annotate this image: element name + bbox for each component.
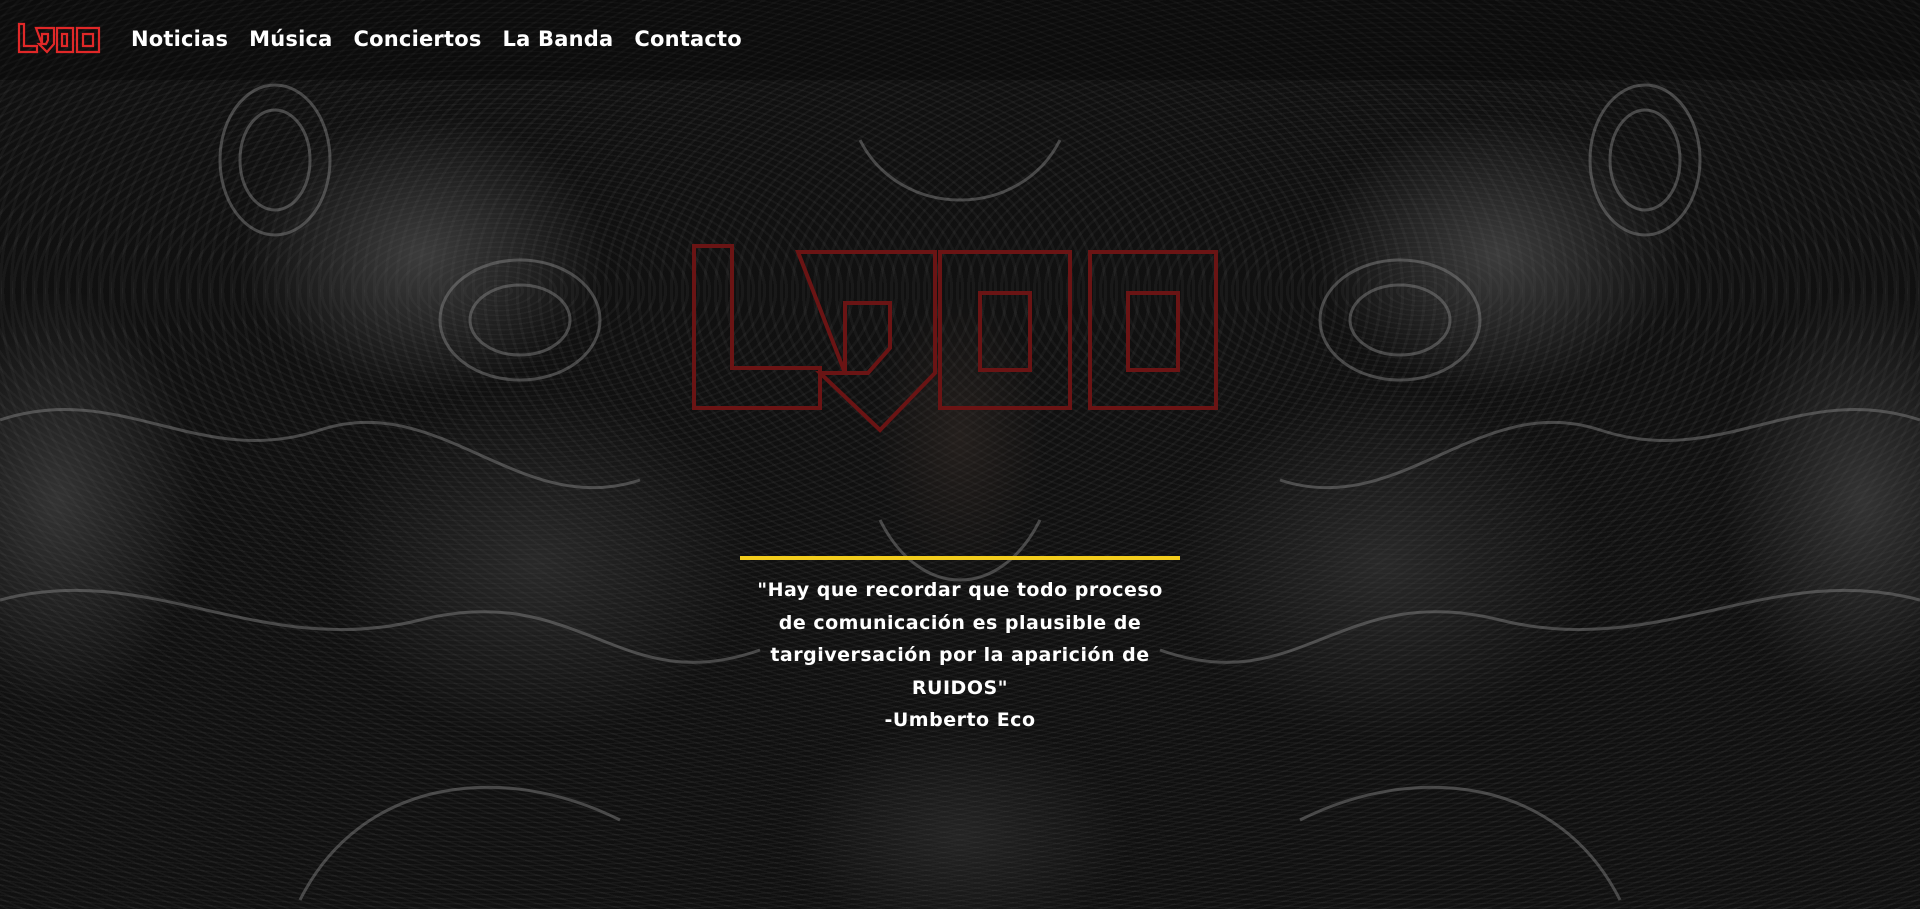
page: Noticias Música Conciertos La Banda Cont… bbox=[0, 0, 1920, 909]
wood-texture-background bbox=[0, 83, 1920, 901]
nav-item-conciertos[interactable]: Conciertos bbox=[354, 24, 482, 54]
main-nav: Noticias Música Conciertos La Banda Cont… bbox=[131, 24, 763, 54]
hero-quote: "Hay que recordar que todo proceso de co… bbox=[740, 556, 1180, 737]
quote-author: -Umberto Eco bbox=[884, 709, 1036, 731]
nav-item-la-banda[interactable]: La Banda bbox=[503, 24, 614, 54]
nav-item-noticias[interactable]: Noticias bbox=[131, 24, 228, 54]
site-logo[interactable] bbox=[17, 22, 101, 55]
nav-item-contacto[interactable]: Contacto bbox=[634, 24, 742, 54]
nav-item-musica[interactable]: Música bbox=[249, 24, 332, 54]
hero-logo bbox=[692, 244, 1218, 433]
quote-text: "Hay que recordar que todo proceso de co… bbox=[757, 579, 1163, 699]
top-navbar: Noticias Música Conciertos La Banda Cont… bbox=[0, 0, 1920, 80]
